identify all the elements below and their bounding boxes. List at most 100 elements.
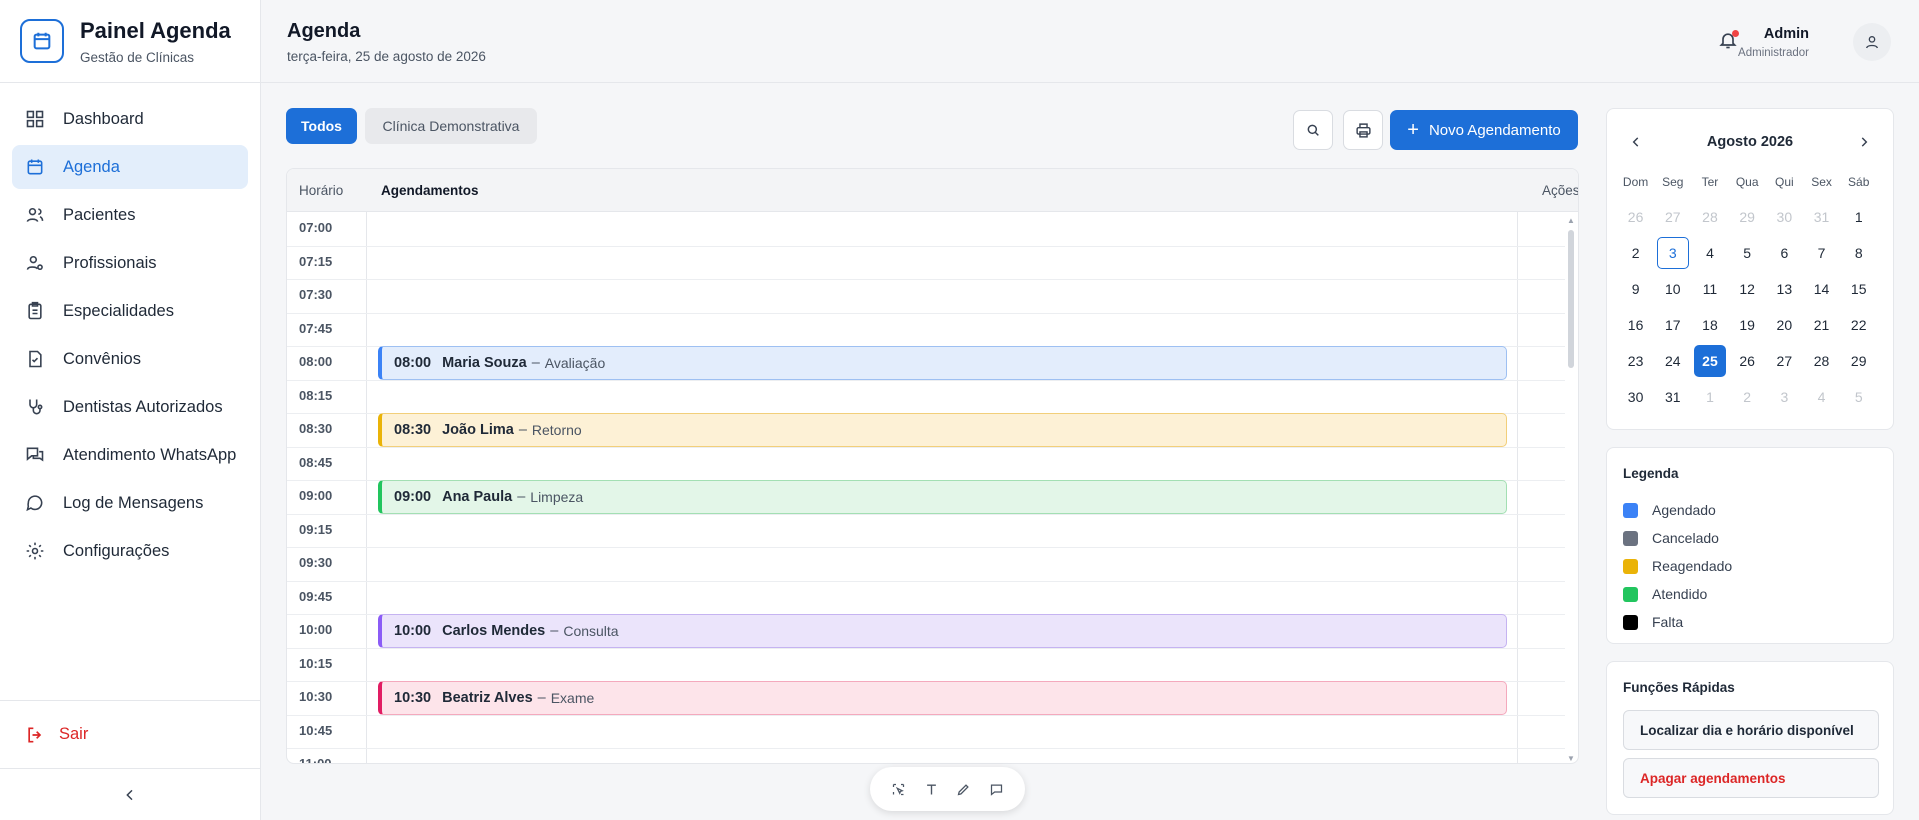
calendar-day[interactable]: 29 [1729, 199, 1766, 235]
print-button[interactable] [1343, 110, 1383, 150]
calendar-day-number: 5 [1854, 389, 1863, 405]
calendar-day[interactable]: 12 [1729, 271, 1766, 307]
calendar-day[interactable]: 2 [1729, 379, 1766, 415]
avatar[interactable] [1853, 23, 1891, 61]
appointment-card[interactable]: 10:00 Carlos Mendes – Consulta [378, 614, 1507, 648]
appointment-card[interactable]: 09:00 Ana Paula – Limpeza [378, 480, 1507, 514]
scroll-thumb[interactable] [1568, 230, 1574, 368]
select-tool-button[interactable] [887, 778, 909, 800]
sidebar-item-agenda[interactable]: Agenda [12, 145, 248, 189]
new-appointment-button[interactable]: + Novo Agendamento [1390, 110, 1578, 150]
calendar-day[interactable]: 6 [1766, 235, 1803, 271]
delete-appointments-button[interactable]: Apagar agendamentos [1623, 758, 1879, 798]
calendar-day[interactable]: 20 [1766, 307, 1803, 343]
calendar-day-number: 4 [1706, 245, 1714, 261]
calendar-day[interactable]: 18 [1691, 307, 1728, 343]
text-tool-button[interactable] [920, 778, 942, 800]
calendar-day-number: 29 [1850, 353, 1867, 369]
search-button[interactable] [1293, 110, 1333, 150]
time-slot-label: 07:45 [299, 320, 333, 336]
legend-swatch [1623, 586, 1638, 602]
calendar-day[interactable]: 24 [1654, 343, 1691, 379]
next-month-button[interactable] [1853, 131, 1875, 153]
calendar-day[interactable]: 8 [1840, 235, 1877, 271]
sidebar-item-configuracoes[interactable]: Configurações [12, 529, 248, 573]
filter-all-button[interactable]: Todos [286, 108, 357, 144]
sidebar-item-log-de-mensagens[interactable]: Log de Mensagens [12, 481, 248, 525]
collapse-sidebar-button[interactable] [0, 768, 260, 820]
time-slot-row[interactable] [287, 748, 1565, 749]
sidebar-item-label: Log de Mensagens [63, 493, 204, 512]
calendar-day[interactable]: 4 [1691, 235, 1728, 271]
calendar-day[interactable]: 30 [1617, 379, 1654, 415]
sidebar-item-convenios[interactable]: Convênios [12, 337, 248, 381]
calendar-day[interactable]: 1 [1840, 199, 1877, 235]
calendar-day[interactable]: 28 [1691, 199, 1728, 235]
notifications-button[interactable] [1718, 30, 1740, 52]
sidebar-item-dentistas-autorizados[interactable]: Dentistas Autorizados [12, 385, 248, 429]
calendar-day[interactable]: 21 [1803, 307, 1840, 343]
calendar-day[interactable]: 5 [1840, 379, 1877, 415]
sidebar-item-label: Pacientes [63, 205, 136, 224]
calendar-day[interactable]: 1 [1691, 379, 1728, 415]
appointment-card[interactable]: 10:30 Beatriz Alves – Exame [378, 681, 1507, 715]
calendar-day-number: 9 [1631, 281, 1640, 297]
appointment-card[interactable]: 08:00 Maria Souza – Avaliação [378, 346, 1507, 380]
calendar-day[interactable]: 14 [1803, 271, 1840, 307]
calendar-day[interactable]: 16 [1617, 307, 1654, 343]
calendar-day[interactable]: 5 [1729, 235, 1766, 271]
calendar-day[interactable]: 17 [1654, 307, 1691, 343]
calendar-day[interactable]: 27 [1766, 343, 1803, 379]
time-slot-row[interactable] [287, 312, 1565, 314]
calendar-day[interactable]: 10 [1654, 271, 1691, 307]
sidebar-item-pacientes[interactable]: Pacientes [12, 193, 248, 237]
pen-tool-button[interactable] [953, 778, 975, 800]
find-available-slot-button[interactable]: Localizar dia e horário disponível [1623, 710, 1879, 750]
calendar-month-title: Agosto 2026 [1706, 134, 1794, 150]
sidebar-item-dashboard[interactable]: Dashboard [12, 97, 248, 141]
calendar-day[interactable]: 2 [1617, 235, 1654, 271]
filter-clinic-button[interactable]: Clínica Demonstrativa [365, 108, 537, 144]
calendar-day[interactable]: 19 [1729, 307, 1766, 343]
calendar-day[interactable]: 31 [1654, 379, 1691, 415]
appointment-card[interactable]: 08:30 João Lima – Retorno [378, 413, 1507, 447]
time-slot-row[interactable] [287, 580, 1565, 582]
appointment-time: 08:00 [394, 355, 432, 371]
sidebar-item-atendimento-whatsapp[interactable]: Atendimento WhatsApp [12, 433, 248, 477]
calendar-day[interactable]: 30 [1766, 199, 1803, 235]
scroll-down-icon[interactable]: ▼ [1567, 754, 1575, 763]
weekday-label: Seg [1662, 175, 1684, 189]
logout-button[interactable]: Sair [0, 700, 260, 768]
calendar-day[interactable]: 28 [1803, 343, 1840, 379]
calendar-day[interactable]: 9 [1617, 271, 1654, 307]
calendar-day[interactable]: 15 [1840, 271, 1877, 307]
calendar-day[interactable]: 31 [1803, 199, 1840, 235]
calendar-day[interactable]: 26 [1729, 343, 1766, 379]
calendar-day[interactable]: 13 [1766, 271, 1803, 307]
schedule-scrollbar[interactable]: ▲ ▼ [1567, 216, 1575, 763]
calendar-day[interactable]: 3 [1766, 379, 1803, 415]
calendar-day[interactable]: 26 [1617, 199, 1654, 235]
time-slot-row[interactable] [287, 547, 1565, 548]
appointment-type: Avaliação [544, 355, 606, 371]
calendar-day[interactable]: 11 [1691, 271, 1728, 307]
calendar-day[interactable]: 22 [1840, 307, 1877, 343]
scroll-up-icon[interactable]: ▲ [1567, 216, 1575, 225]
sidebar-item-profissionais[interactable]: Profissionais [12, 241, 248, 285]
calendar-day-today[interactable]: 3 [1654, 235, 1691, 271]
comment-tool-button[interactable] [986, 778, 1008, 800]
calendar-day[interactable]: 29 [1840, 343, 1877, 379]
time-slot-row[interactable] [287, 245, 1565, 247]
sidebar-item-especialidades[interactable]: Especialidades [12, 289, 248, 333]
calendar-day-number: 24 [1664, 353, 1681, 369]
calendar-day[interactable]: 4 [1803, 379, 1840, 415]
calendar-day[interactable]: 23 [1617, 343, 1654, 379]
legend-swatch [1623, 530, 1638, 546]
calendar-day-number: 27 [1776, 353, 1793, 369]
calendar-day[interactable]: 27 [1654, 199, 1691, 235]
appointment-type: Retorno [531, 422, 582, 438]
time-slot-row[interactable] [287, 279, 1565, 280]
time-slot-label: 08:15 [299, 387, 333, 403]
calendar-day[interactable]: 7 [1803, 235, 1840, 271]
calendar-day-selected[interactable]: 25 [1691, 343, 1728, 379]
